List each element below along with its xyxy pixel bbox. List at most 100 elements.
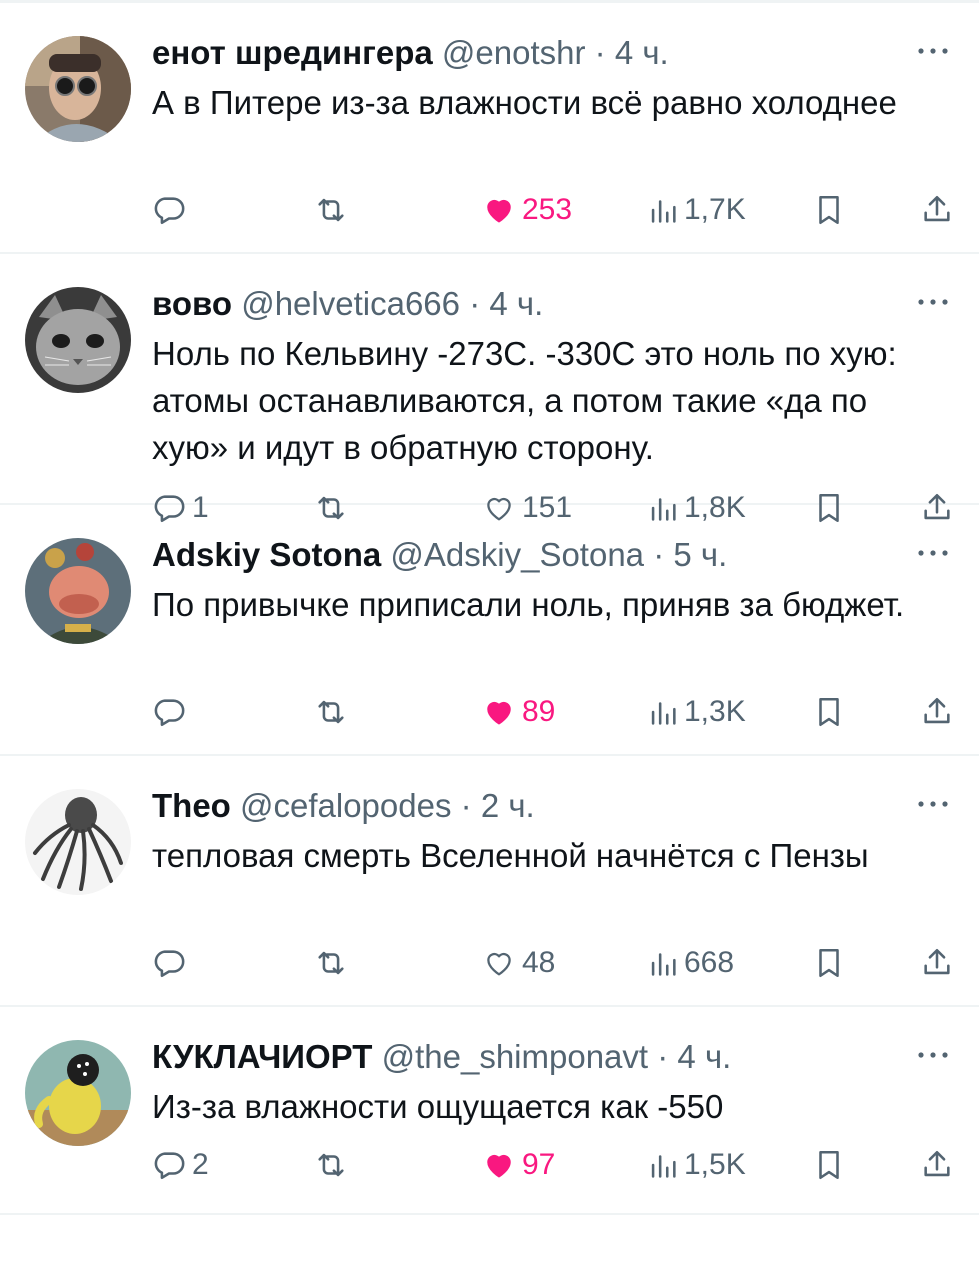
retweet-button[interactable]: [314, 690, 348, 734]
retweet-button[interactable]: [314, 188, 348, 232]
heart-icon: [487, 952, 511, 976]
avatar[interactable]: [25, 287, 131, 393]
bookmark-icon: [819, 195, 839, 225]
heart-icon: [487, 701, 511, 725]
tweet-text: Из-за влажности ощущается как -550: [152, 1088, 724, 1125]
bookmark-button[interactable]: [812, 188, 846, 232]
author-name[interactable]: КУКЛАЧИОРТ: [152, 1038, 372, 1075]
avatar[interactable]: [25, 789, 131, 895]
views-count: 1,7K: [684, 193, 746, 226]
more-icon[interactable]: [915, 1043, 951, 1067]
timestamp[interactable]: 4 ч.: [489, 285, 543, 322]
timestamp[interactable]: 4 ч.: [615, 34, 669, 71]
author-name[interactable]: вово: [152, 285, 232, 322]
reply-button[interactable]: [152, 941, 192, 985]
views-button[interactable]: 1,7K: [648, 188, 746, 232]
more-icon[interactable]: [915, 541, 951, 565]
avatar[interactable]: [25, 36, 131, 142]
views-count: 1,5K: [684, 1148, 746, 1181]
avatar-image: [25, 789, 131, 895]
author-name[interactable]: Theo: [152, 787, 231, 824]
views-icon: [651, 200, 676, 223]
separator-dot: ·: [460, 787, 472, 824]
action-bar: 253 1,7K: [152, 188, 952, 232]
timestamp[interactable]: 5 ч.: [673, 536, 727, 573]
share-icon: [924, 195, 950, 222]
bookmark-icon: [819, 1150, 839, 1180]
share-icon: [924, 697, 950, 724]
tweet-card[interactable]: Theo @cefalopodes · 2 ч. тепловая смерть…: [0, 756, 979, 1007]
views-icon: [651, 1155, 676, 1178]
bookmark-button[interactable]: [812, 1143, 846, 1187]
author-handle[interactable]: @Adskiy_Sotona: [390, 536, 644, 573]
avatar-image: [25, 36, 131, 142]
heart-icon: [487, 199, 511, 223]
bookmark-icon: [819, 697, 839, 727]
share-button[interactable]: [920, 188, 954, 232]
retweet-button[interactable]: [314, 1143, 348, 1187]
share-button[interactable]: [920, 941, 954, 985]
more-icon[interactable]: [915, 792, 951, 816]
author-handle[interactable]: @enotshr: [442, 34, 586, 71]
retweet-icon: [318, 951, 344, 975]
reply-button[interactable]: [152, 188, 192, 232]
author-handle[interactable]: @cefalopodes: [240, 787, 451, 824]
author-handle[interactable]: @helvetica666: [241, 285, 460, 322]
author-name[interactable]: Adskiy Sotona: [152, 536, 381, 573]
action-bar: 2 97 1,5K: [152, 1143, 952, 1187]
views-button[interactable]: 1,5K: [648, 1143, 746, 1187]
reply-button[interactable]: 2: [152, 1143, 209, 1187]
tweet-card[interactable]: енот шредингера @enotshr · 4 ч. А в Пите…: [0, 3, 979, 254]
tweet-header: енот шредингера @enotshr · 4 ч.: [152, 31, 879, 75]
tweet-text: А в Питере из-за влажности всё равно хол…: [152, 84, 897, 121]
share-button[interactable]: [920, 1143, 954, 1187]
like-count: 89: [522, 695, 556, 728]
more-icon[interactable]: [915, 290, 951, 314]
more-icon[interactable]: [915, 39, 951, 63]
bookmark-icon: [819, 948, 839, 978]
tweet-header: Theo @cefalopodes · 2 ч.: [152, 784, 879, 828]
timestamp[interactable]: 2 ч.: [481, 787, 535, 824]
reply-icon: [154, 699, 185, 727]
avatar[interactable]: [25, 538, 131, 644]
like-button[interactable]: 253: [482, 188, 572, 232]
avatar-image: [25, 287, 131, 393]
like-button[interactable]: 89: [482, 690, 555, 734]
avatar[interactable]: [25, 1040, 131, 1146]
avatar-image: [25, 538, 131, 644]
tweet-card[interactable]: Adskiy Sotona @Adskiy_Sotona · 5 ч. По п…: [0, 505, 979, 756]
views-icon: [651, 953, 676, 976]
retweet-icon: [318, 1153, 344, 1177]
tweet-card[interactable]: вово @helvetica666 · 4 ч. Ноль по Кельви…: [0, 254, 979, 524]
share-icon: [924, 948, 950, 975]
tweet-card[interactable]: КУКЛАЧИОРТ @the_shimponavt · 4 ч. Из-за …: [0, 1007, 979, 1215]
reply-button[interactable]: [152, 690, 192, 734]
like-button[interactable]: 48: [482, 941, 555, 985]
views-button[interactable]: 1,3K: [648, 690, 746, 734]
retweet-icon: [318, 198, 344, 222]
share-button[interactable]: [920, 690, 954, 734]
author-name[interactable]: енот шредингера: [152, 34, 433, 71]
heart-icon: [487, 1154, 511, 1178]
author-handle[interactable]: @the_shimponavt: [382, 1038, 648, 1075]
retweet-button[interactable]: [314, 941, 348, 985]
separator-dot: ·: [594, 34, 606, 71]
bookmark-button[interactable]: [812, 941, 846, 985]
separator-dot: ·: [469, 285, 481, 322]
tweet-text: По привычке приписали ноль, приняв за бю…: [152, 586, 905, 623]
bookmark-button[interactable]: [812, 690, 846, 734]
views-button[interactable]: 668: [648, 941, 734, 985]
like-count: 48: [522, 946, 556, 979]
views-count: 1,3K: [684, 695, 746, 728]
action-bar: 48 668: [152, 941, 952, 985]
action-bar: 89 1,3K: [152, 690, 952, 734]
reply-count: 2: [192, 1148, 209, 1181]
like-button[interactable]: 97: [482, 1143, 555, 1187]
share-icon: [924, 1150, 950, 1177]
avatar-image: [25, 1040, 131, 1146]
separator-dot: ·: [653, 536, 665, 573]
reply-icon: [154, 197, 185, 225]
timestamp[interactable]: 4 ч.: [677, 1038, 731, 1075]
separator-dot: ·: [657, 1038, 669, 1075]
reply-icon: [154, 950, 185, 978]
